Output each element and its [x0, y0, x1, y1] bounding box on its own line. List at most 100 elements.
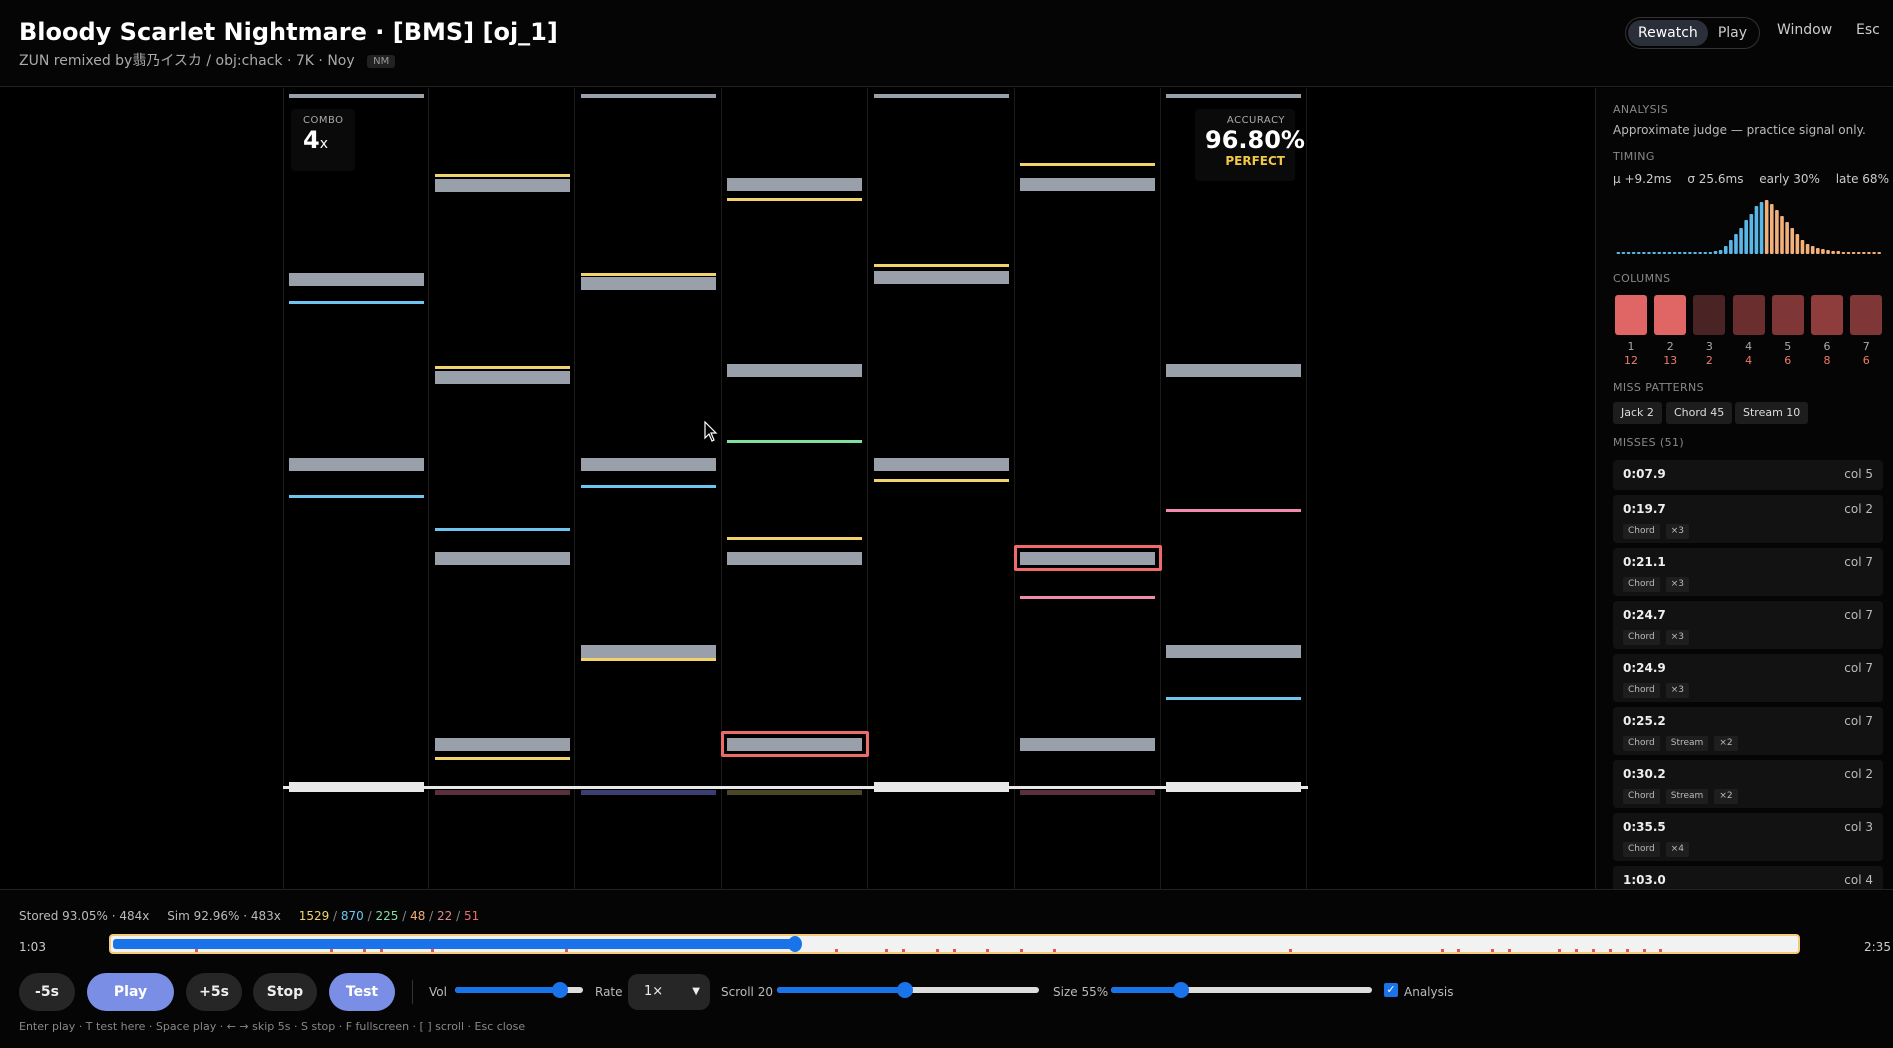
hit-tick	[289, 495, 424, 498]
column-miss-box[interactable]	[1850, 295, 1883, 335]
miss-item[interactable]: 0:30.2 col 2 Chord Stream ×2	[1613, 760, 1883, 808]
histogram-bar	[1826, 250, 1830, 254]
judge-count: 870	[340, 909, 364, 923]
test-button[interactable]: Test	[329, 973, 395, 1011]
slider-handle[interactable]	[1173, 982, 1190, 998]
total-time: 2:35	[1864, 940, 1891, 954]
column-miss-box[interactable]	[1615, 295, 1647, 335]
keyboard-hints: Enter play · T test here · Space play · …	[19, 1020, 526, 1033]
histogram-bar	[1749, 214, 1754, 254]
accuracy-hud: ACCURACY 96.80% PERFECT	[1195, 109, 1305, 181]
score-summary: Stored 93.05% · 484x Sim 92.96% · 483x 1…	[19, 909, 493, 923]
hit-tick	[727, 537, 862, 540]
miss-item[interactable]: 0:35.5 col 3 Chord ×4	[1613, 813, 1883, 861]
histogram-bar	[1816, 248, 1820, 254]
hit-tick	[874, 264, 1009, 267]
miss-item[interactable]: 0:19.7 col 2 Chord ×3	[1613, 495, 1883, 543]
play-mode-button[interactable]: Play	[1708, 20, 1757, 46]
miss-marker	[1457, 949, 1461, 952]
volume-label: Vol	[429, 985, 447, 999]
miss-marker	[1019, 949, 1023, 952]
column-miss-box[interactable]	[1654, 295, 1687, 335]
miss-item[interactable]: 1:03.0 col 4	[1613, 866, 1883, 889]
volume-slider[interactable]	[455, 982, 583, 998]
histogram-bar	[1790, 228, 1795, 254]
column-number: 7	[1862, 340, 1870, 353]
histogram-bar	[1821, 249, 1825, 254]
seek-handle[interactable]	[788, 936, 803, 952]
histogram-bar	[1754, 206, 1759, 254]
miss-marker	[1558, 949, 1562, 952]
size-slider[interactable]	[1111, 982, 1372, 998]
miss-item[interactable]: 0:25.2 col 7 Chord Stream ×2	[1613, 707, 1883, 755]
pattern-chip[interactable]: Stream 10	[1735, 402, 1809, 424]
hit-tick	[1020, 163, 1155, 166]
note	[289, 273, 424, 286]
miss-tag: Chord	[1623, 842, 1660, 857]
pattern-chip[interactable]: Jack 2	[1613, 402, 1662, 424]
histogram-bar	[1642, 252, 1646, 254]
miss-marker	[1625, 949, 1629, 952]
slider-handle[interactable]	[551, 982, 568, 998]
column-number: 4	[1745, 340, 1753, 353]
lane-4	[722, 88, 868, 889]
analysis-panel: ANALYSIS Approximate judge — practice si…	[1595, 88, 1893, 889]
histogram-bar	[1621, 252, 1626, 254]
mode-toggle: Rewatch Play	[1625, 17, 1761, 49]
note	[435, 371, 570, 384]
seek-bar[interactable]	[109, 934, 1800, 954]
histogram-bar	[1698, 252, 1702, 254]
miss-item[interactable]: 0:24.7 col 7 Chord ×3	[1613, 601, 1883, 649]
miss-tag: Chord	[1623, 577, 1660, 592]
esc-button[interactable]: Esc	[1856, 22, 1880, 38]
column-miss-box[interactable]	[1811, 295, 1843, 335]
hit-tick	[1166, 509, 1301, 512]
miss-column: col 3	[1844, 820, 1873, 834]
hit-tick	[435, 757, 570, 760]
rate-select[interactable]: 1× ▼	[628, 974, 710, 1010]
histogram-bar	[1713, 251, 1718, 254]
receptor	[1166, 782, 1301, 792]
miss-marker	[1659, 949, 1663, 952]
histogram-bar	[1729, 240, 1733, 254]
timing-label: TIMING	[1613, 150, 1655, 163]
miss-marker	[986, 949, 990, 952]
stop-button[interactable]: Stop	[253, 973, 317, 1011]
miss-tags: Chord ×3	[1623, 577, 1690, 592]
column-miss-box[interactable]	[1771, 295, 1804, 335]
scroll-slider[interactable]	[777, 982, 1039, 998]
miss-marker	[885, 949, 889, 952]
miss-item[interactable]: 0:21.1 col 7 Chord ×3	[1613, 548, 1883, 596]
combo-hud: COMBO 4x	[291, 109, 355, 171]
note	[727, 738, 862, 751]
slider-handle[interactable]	[897, 982, 914, 998]
skip-forward-button[interactable]: +5s	[186, 973, 242, 1011]
skip-back-button[interactable]: -5s	[19, 973, 75, 1011]
separator: /	[329, 909, 341, 923]
miss-marker	[565, 949, 569, 952]
sim-score: Sim 92.96% · 483x	[167, 909, 281, 923]
miss-column: col 7	[1844, 608, 1873, 622]
lane-2	[429, 88, 575, 889]
separator: /	[398, 909, 411, 923]
current-time: 1:03	[19, 940, 46, 954]
histogram-bar	[1677, 252, 1682, 254]
hit-tick	[727, 198, 862, 201]
analysis-checkbox[interactable]: ✓	[1384, 983, 1398, 997]
analysis-label: ANALYSIS	[1613, 103, 1669, 116]
histogram-bar	[1631, 252, 1636, 254]
receptor	[727, 790, 862, 795]
columns-label: COLUMNS	[1613, 272, 1671, 285]
lane-top-cap	[289, 94, 424, 98]
miss-column: col 2	[1844, 767, 1873, 781]
lane-top-cap	[581, 94, 716, 98]
pattern-chip[interactable]: Chord 45	[1666, 402, 1733, 424]
miss-item[interactable]: 0:24.9 col 7 Chord ×3	[1613, 654, 1883, 702]
histogram-bar	[1667, 252, 1672, 254]
column-miss-box[interactable]	[1732, 295, 1765, 335]
play-button[interactable]: Play	[87, 973, 174, 1011]
window-button[interactable]: Window	[1777, 22, 1832, 38]
column-miss-box[interactable]	[1693, 295, 1726, 335]
miss-item[interactable]: 0:07.9 col 5	[1613, 460, 1883, 490]
rewatch-button[interactable]: Rewatch	[1628, 20, 1708, 46]
